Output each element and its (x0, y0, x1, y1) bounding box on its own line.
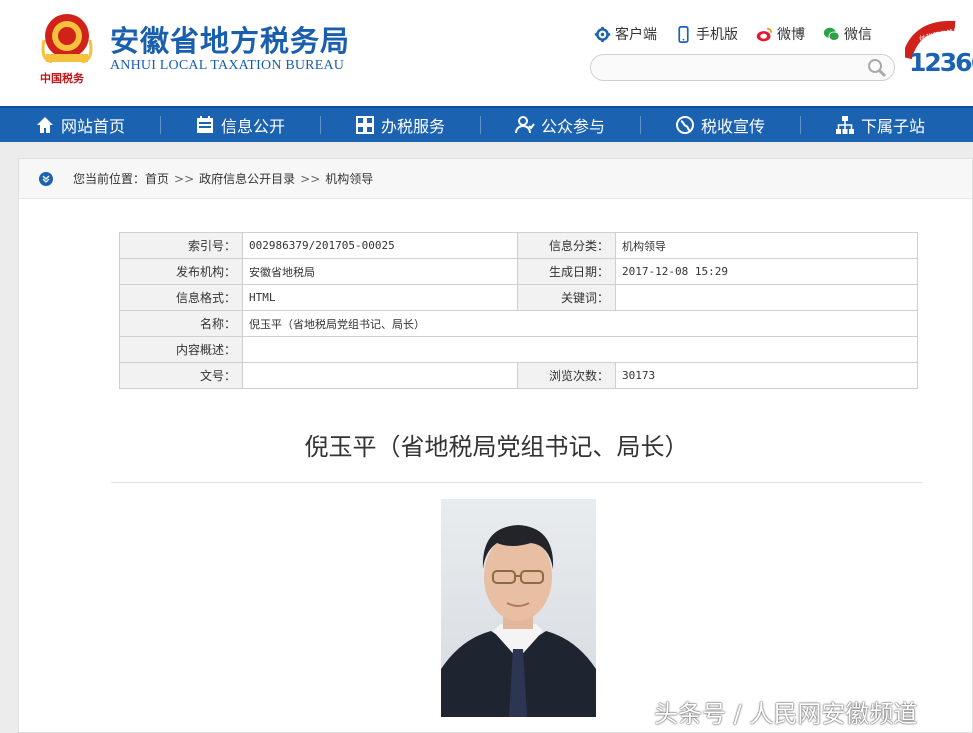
hotline-number: 12366 (909, 48, 973, 77)
portrait-graphic (441, 525, 596, 717)
table-row: 信息格式： HTML 关键词： (119, 284, 918, 311)
doc-number-label: 文号： (119, 362, 243, 389)
wechat-icon (823, 27, 840, 41)
summary-label: 内容概述： (119, 336, 243, 363)
weibo-link-label: 微博 (777, 27, 805, 43)
wechat-link-label: 微信 (844, 27, 872, 43)
doc-number-value (242, 362, 518, 389)
breadcrumb-current[interactable]: 机构领导 (325, 170, 373, 187)
summary-value (242, 336, 918, 363)
divider (111, 482, 923, 483)
breadcrumb-prefix: 您当前位置： (73, 172, 146, 186)
breadcrumb-home[interactable]: 首页 (145, 170, 169, 187)
date-label: 生成日期： (517, 258, 616, 285)
index-value: 002986379/201705-00025 (242, 232, 518, 259)
name-value: 倪玉平（省地税局党组书记、局长） (242, 310, 918, 337)
nav-tax-publicity-label: 税收宣传 (700, 117, 765, 136)
nav-home-label: 网站首页 (60, 117, 125, 136)
sitemap-icon (835, 116, 854, 134)
article-title: 倪玉平（省地税局党组书记、局长） (304, 433, 689, 461)
phone-icon (678, 25, 689, 43)
table-row: 索引号： 002986379/201705-00025 信息分类： 机构领导 (119, 232, 918, 259)
table-row: 文号： 浏览次数： 30173 (119, 362, 918, 389)
globe-icon (675, 116, 694, 134)
nav-sub-sites[interactable]: 下属子站 (800, 108, 960, 142)
gear-icon (594, 26, 611, 42)
table-row: 内容概述： (119, 336, 918, 363)
nav-tax-services[interactable]: 办税服务 (320, 108, 480, 142)
index-label: 索引号： (119, 232, 243, 259)
client-link-label: 客户端 (615, 27, 657, 43)
search-input[interactable] (601, 55, 861, 80)
info-table: 索引号： 002986379/201705-00025 信息分类： 机构领导 发… (119, 232, 918, 389)
weibo-link[interactable]: 微博 (756, 24, 805, 44)
site-subtitle: ANHUI LOCAL TAXATION BUREAU (110, 58, 345, 73)
top-links: 客户端 手机版 微博 微信 (594, 24, 872, 44)
main-nav: 网站首页 信息公开 办税服务 公众参与 税收宣传 下属子站 (0, 106, 973, 142)
nav-sub-sites-label: 下属子站 (860, 117, 925, 136)
chevron-down-icon (39, 171, 53, 186)
site-header: 中国税务 安徽省地方税务局 ANHUI LOCAL TAXATION BUREA… (0, 0, 973, 106)
category-value: 机构领导 (615, 232, 918, 259)
table-row: 发布机构： 安徽省地税局 生成日期： 2017-12-08 15:29 (119, 258, 918, 285)
table-row: 名称： 倪玉平（省地税局党组书记、局长） (119, 310, 918, 337)
publisher-label: 发布机构： (119, 258, 243, 285)
content-panel: 您当前位置： 首页 >> 政府信息公开目录 >> 机构领导 索引号： 00298… (18, 158, 973, 733)
wechat-link[interactable]: 微信 (823, 24, 872, 44)
breadcrumb-separator: >> (174, 171, 195, 186)
format-value: HTML (242, 284, 518, 311)
name-label: 名称： (119, 310, 243, 337)
nav-tax-publicity[interactable]: 税收宣传 (640, 108, 800, 142)
breadcrumb: 您当前位置： 首页 >> 政府信息公开目录 >> 机构领导 (19, 159, 972, 199)
emblem-caption: 中国税务 (40, 72, 84, 85)
category-label: 信息分类： (517, 232, 616, 259)
hotline-badge[interactable]: 纳税服务热线 12366 (902, 18, 973, 82)
grid-icon (355, 116, 374, 134)
keywords-value (615, 284, 918, 311)
nav-tax-services-label: 办税服务 (380, 117, 445, 136)
users-icon (514, 116, 535, 134)
portrait-photo (441, 499, 596, 717)
search-icon[interactable] (866, 58, 888, 78)
breadcrumb-catalog[interactable]: 政府信息公开目录 (199, 170, 295, 187)
weibo-icon (756, 27, 773, 41)
date-value: 2017-12-08 15:29 (615, 258, 918, 285)
breadcrumb-separator: >> (300, 171, 321, 186)
client-link[interactable]: 客户端 (594, 24, 657, 44)
mobile-link[interactable]: 手机版 (675, 24, 738, 44)
calendar-icon (196, 116, 213, 133)
search-box (590, 54, 895, 81)
site-title[interactable]: 安徽省地方税务局 (110, 18, 350, 60)
publisher-value: 安徽省地税局 (242, 258, 518, 285)
view-count-value: 30173 (615, 362, 918, 389)
view-count-label: 浏览次数： (517, 362, 616, 389)
mobile-link-label: 手机版 (696, 27, 738, 43)
format-label: 信息格式： (119, 284, 243, 311)
source-watermark: 头条号 / 人民网安徽频道 (654, 700, 918, 728)
nav-public-participation[interactable]: 公众参与 (480, 108, 640, 142)
keywords-label: 关键词： (517, 284, 616, 311)
nav-home[interactable]: 网站首页 (0, 108, 160, 142)
nav-info-disclosure[interactable]: 信息公开 (160, 108, 320, 142)
nav-public-participation-label: 公众参与 (540, 117, 605, 136)
home-icon (36, 117, 53, 133)
nav-info-disclosure-label: 信息公开 (220, 117, 285, 136)
